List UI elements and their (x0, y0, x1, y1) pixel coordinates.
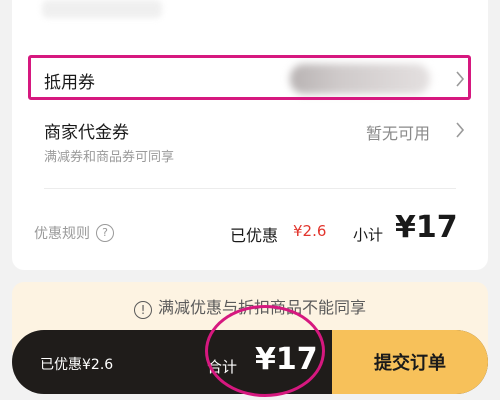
submit-order-button[interactable]: 提交订单 (332, 330, 488, 394)
notice-text: 满减优惠与折扣商品不能同享 (157, 298, 366, 317)
discount-label: 已优惠 (230, 226, 279, 245)
exclamation-circle-icon: ! (133, 301, 152, 319)
chevron-right-icon (450, 69, 470, 89)
merchant-voucher-row[interactable]: 商家代金券 满减券和商品券可同享 暂无可用 (44, 118, 465, 168)
platform-coupon-blurred-value (290, 64, 430, 94)
notice-line: ! 满减优惠与折扣商品不能同享 (12, 294, 488, 319)
subtotal-label: 小计 (353, 226, 384, 244)
discount-rules-label: 优惠规则 (34, 226, 90, 242)
checkout-bar: 已优惠¥2.6 合计 ¥17 提交订单 (12, 330, 488, 394)
merchant-voucher-value: 暂无可用 (365, 124, 430, 143)
blurred-content (42, 0, 162, 18)
divider (44, 188, 456, 189)
discount-value: ¥2.6 (293, 222, 327, 240)
platform-coupon-row[interactable]: 抵用券 (44, 64, 465, 94)
bar-total-label: 合计 (207, 358, 238, 376)
bar-total-value: ¥17 (255, 342, 318, 377)
merchant-voucher-label: 商家代金券 (44, 123, 129, 143)
chevron-right-icon (450, 120, 470, 140)
question-circle-icon: ? (96, 224, 114, 242)
merchant-voucher-hint: 满减券和商品券可同享 (44, 150, 175, 165)
subtotal-value: ¥17 (395, 210, 458, 245)
bar-discount-text: 已优惠¥2.6 (40, 357, 114, 373)
discount-rules-link[interactable]: 优惠规则 ? (34, 223, 114, 243)
platform-coupon-label: 抵用券 (44, 73, 95, 93)
